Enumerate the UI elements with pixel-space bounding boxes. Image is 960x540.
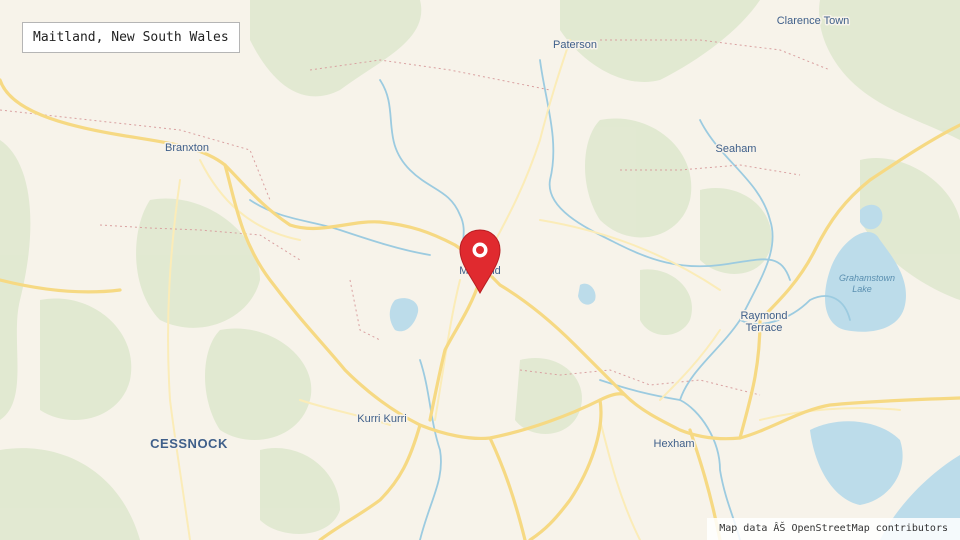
place-label-hexham: Hexham — [654, 438, 695, 450]
place-label-branxton: Branxton — [165, 142, 209, 154]
place-label-paterson: Paterson — [553, 39, 597, 51]
place-label-clarence-town: Clarence Town — [777, 15, 850, 27]
map-title: Maitland, New South Wales — [22, 22, 240, 53]
place-label-kurri-kurri: Kurri Kurri — [357, 413, 407, 425]
water-label-grahamstown: Grahamstown — [839, 273, 895, 283]
place-label-cessnock: CESSNOCK — [150, 436, 228, 451]
place-label-terrace: Terrace — [746, 322, 783, 334]
water-label-lake: Lake — [852, 284, 872, 294]
place-label-raymond: Raymond — [740, 310, 787, 322]
map-attribution[interactable]: Map data ÂŠ OpenStreetMap contributors — [707, 518, 960, 540]
map-canvas[interactable]: Grahamstown Lake Clarence Town Paterson … — [0, 0, 960, 540]
place-label-seaham: Seaham — [716, 143, 757, 155]
